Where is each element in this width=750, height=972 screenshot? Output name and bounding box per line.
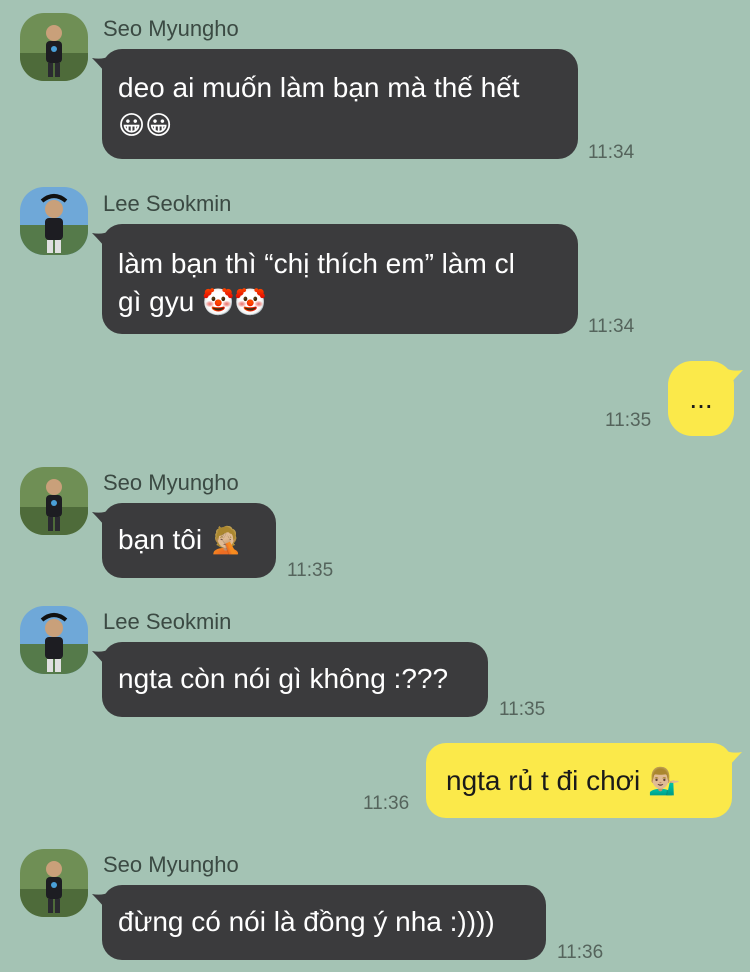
sender-name: Lee Seokmin (103, 191, 232, 216)
message-text: ngta còn nói gì không :??? (118, 663, 449, 694)
emoji: 💁🏼‍♂️ (648, 767, 681, 797)
message-text: đừng có nói là đồng ý nha :)))) (118, 906, 495, 937)
message-text: ngta rủ t đi chơi (446, 765, 641, 796)
message-bubble[interactable]: ngta còn nói gì không :??? (102, 642, 488, 717)
message-bubble[interactable]: đừng có nói là đồng ý nha :)))) (102, 885, 546, 960)
emoji: 🤦🏼 (209, 526, 243, 556)
timestamp: 11:36 (557, 942, 604, 963)
message-text: deo ai muốn làm bạn mà thế hết (118, 72, 520, 103)
message-bubble[interactable]: bạn tôi 🤦🏼 (102, 503, 276, 578)
message-text: gì gyu (118, 286, 195, 317)
avatar[interactable] (20, 467, 88, 535)
message-text: bạn tôi (118, 524, 203, 555)
bubble-tail (724, 750, 742, 772)
timestamp: 11:35 (499, 699, 546, 720)
sender-name: Seo Myungho (103, 16, 239, 41)
avatar[interactable] (20, 849, 88, 917)
sender-name: Lee Seokmin (103, 609, 232, 634)
timestamp: 11:36 (363, 793, 410, 814)
message-text-line2: gì gyu 🤡🤡 (118, 283, 562, 322)
message-bubble[interactable]: làm bạn thì “chị thích em” làm cl gì gyu… (102, 224, 578, 334)
sender-name: Seo Myungho (103, 852, 239, 877)
message-text: làm bạn thì “chị thích em” làm cl (118, 248, 515, 279)
timestamp: 11:34 (588, 316, 635, 337)
avatar[interactable] (20, 606, 88, 674)
emoji: 😀😀 (118, 111, 173, 141)
timestamp: 11:35 (287, 560, 334, 581)
message-text: ... (689, 383, 713, 414)
timestamp: 11:35 (605, 410, 652, 431)
avatar[interactable] (20, 187, 88, 255)
bubble-tail (725, 368, 743, 390)
message-bubble[interactable]: deo ai muốn làm bạn mà thế hết 😀😀 (102, 49, 578, 159)
timestamp: 11:34 (588, 142, 635, 163)
emoji: 🤡🤡 (202, 288, 267, 318)
sender-name: Seo Myungho (103, 470, 239, 495)
message-bubble[interactable]: ngta rủ t đi chơi 💁🏼‍♂️ (426, 743, 732, 818)
avatar[interactable] (20, 13, 88, 81)
